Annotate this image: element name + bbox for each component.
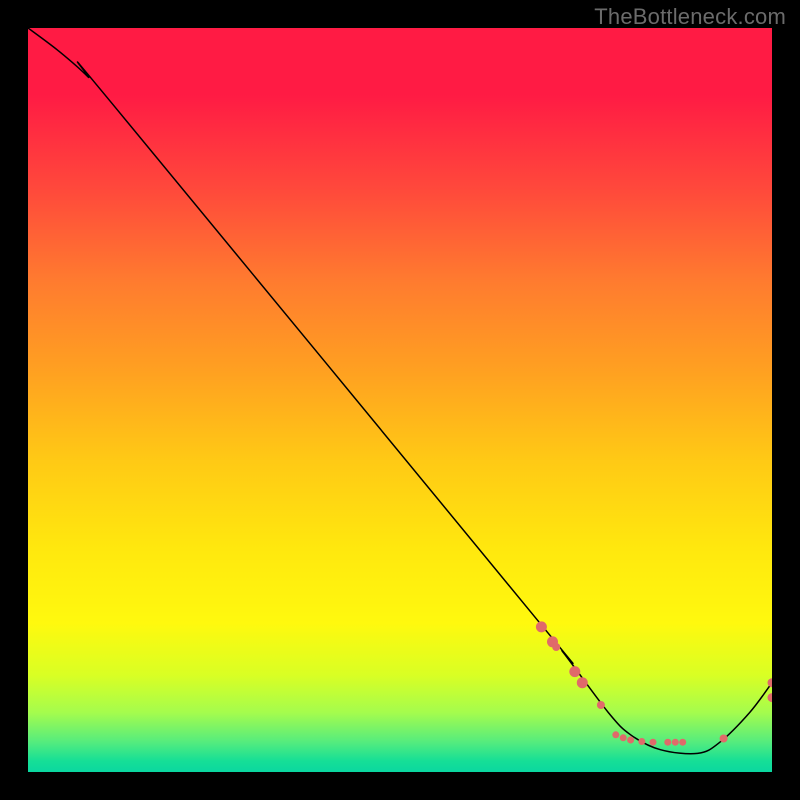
data-marker bbox=[679, 739, 686, 746]
data-marker bbox=[627, 737, 634, 744]
data-marker bbox=[597, 701, 605, 709]
data-marker bbox=[720, 735, 728, 743]
data-marker bbox=[650, 739, 657, 746]
data-marker bbox=[552, 643, 560, 651]
data-marker bbox=[569, 666, 580, 677]
data-marker bbox=[536, 621, 547, 632]
bottleneck-curve bbox=[28, 28, 772, 754]
watermark-text: TheBottleneck.com bbox=[594, 4, 786, 30]
chart-stage: TheBottleneck.com bbox=[0, 0, 800, 800]
data-marker bbox=[620, 734, 627, 741]
data-marker bbox=[664, 739, 671, 746]
data-marker bbox=[638, 738, 645, 745]
data-marker bbox=[672, 739, 679, 746]
data-marker bbox=[612, 731, 619, 738]
plot-area bbox=[28, 28, 772, 772]
data-marker bbox=[768, 678, 773, 687]
plot-svg bbox=[28, 28, 772, 772]
data-marker bbox=[768, 693, 773, 702]
data-marker bbox=[577, 677, 588, 688]
